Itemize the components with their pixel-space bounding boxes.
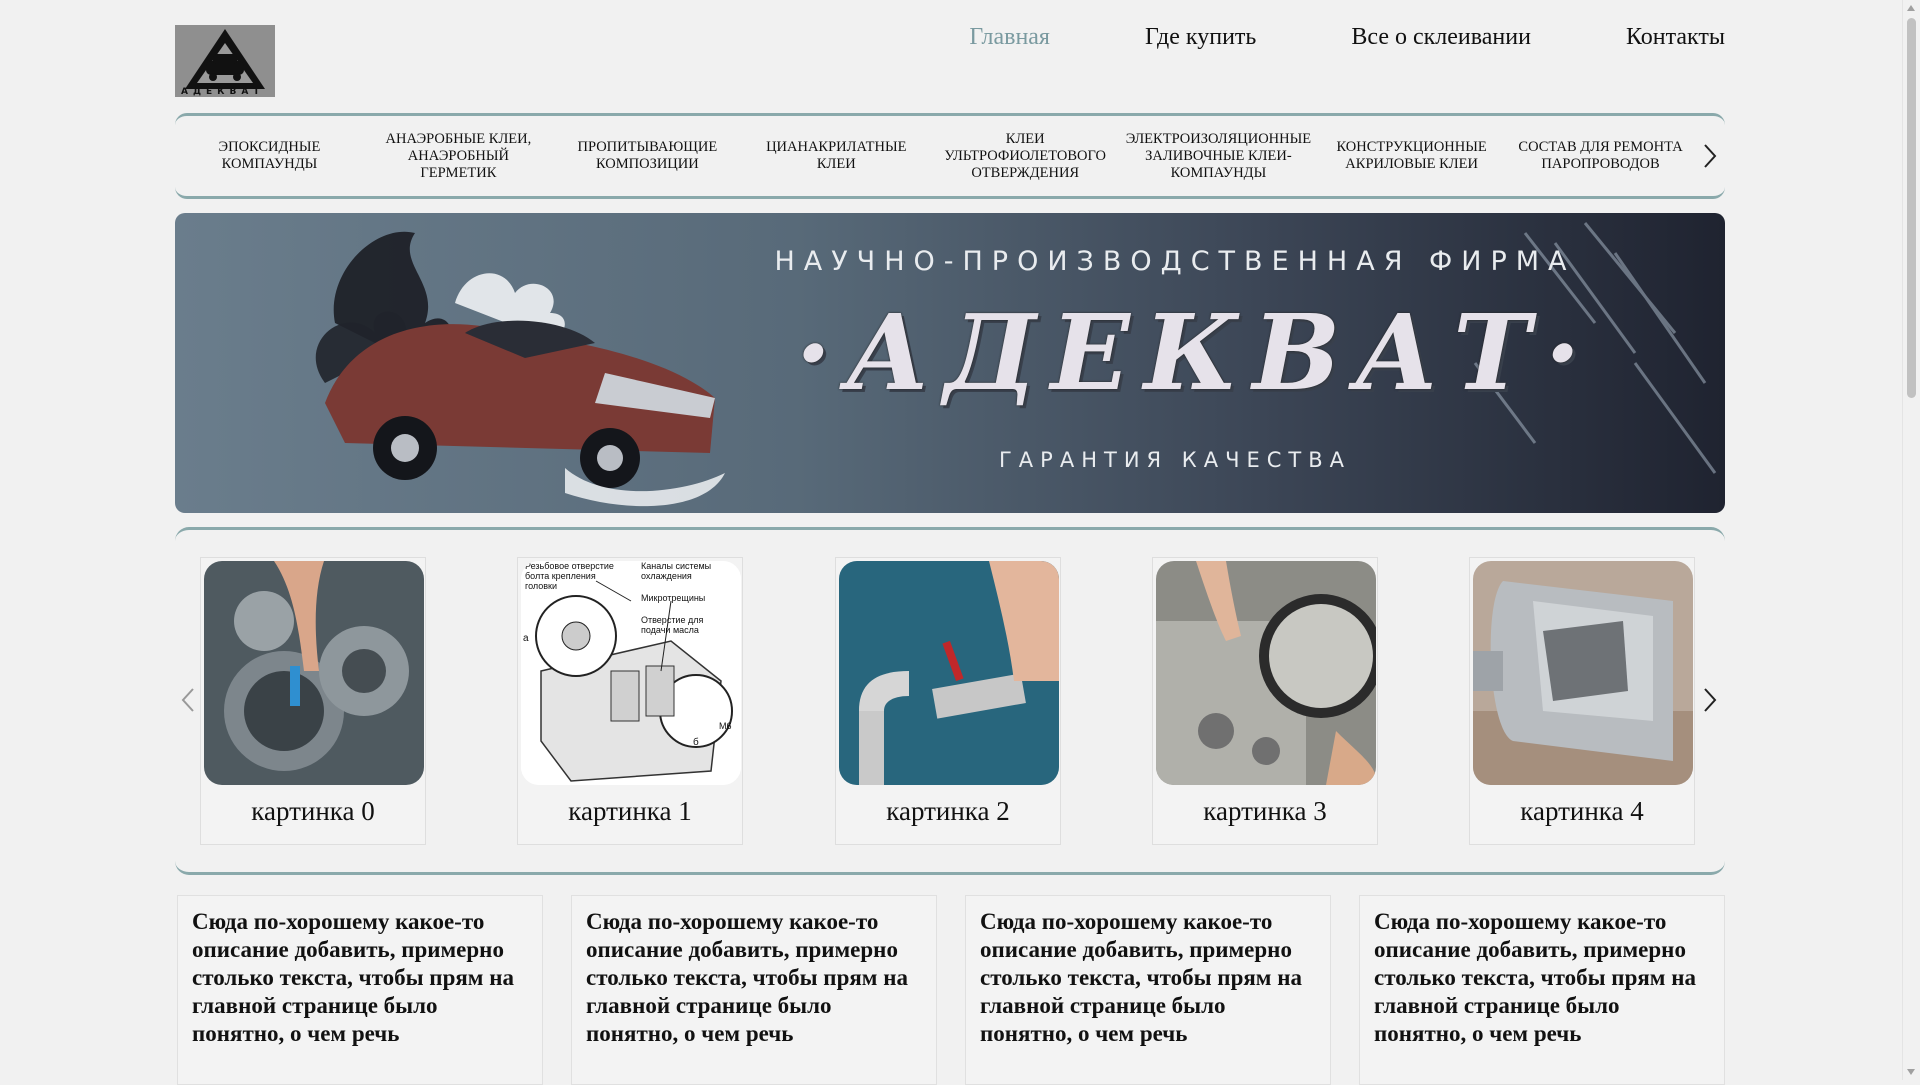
gallery-card[interactable]: Резьбовое отверстие болта крепления голо… [517,557,743,845]
gallery-next-button[interactable] [1697,680,1723,720]
gallery-card[interactable]: картинка 3 [1152,557,1378,845]
nav-where-to-buy[interactable]: Где купить [1145,24,1256,51]
category-label: СОСТАВ ДЛЯ РЕМОНТА ПАРОПРОВОДОВ [1518,139,1683,172]
nav-about-gluing[interactable]: Все о склеивании [1351,24,1531,51]
gallery-caption: картинка 4 [1520,796,1644,826]
chevron-left-icon [181,687,195,713]
chevron-right-icon [1703,687,1717,713]
gallery-card[interactable]: картинка 0 [200,557,426,845]
banner-tagline: ГАРАНТИЯ КАЧЕСТВА [999,448,1351,472]
gallery-caption: картинка 0 [251,796,375,826]
nav-home[interactable]: Главная [969,24,1050,51]
diagram-label: Микротрещины [641,593,706,603]
diagram-label: Резьбовое отверстие болта крепления голо… [525,561,614,591]
category-label: КОНСТРУКЦИОННЫЕ АКРИЛОВЫЕ КЛЕИ [1336,139,1487,172]
hero-banner: НАУЧНО-ПРОИЗВОДСТВЕННАЯ ФИРМА ·АДЕКВАТ· … [175,213,1725,513]
category-label: ЭЛЕКТРОИЗОЛЯЦИОННЫЕ ЗАЛИВОЧНЫЕ КЛЕИ-КОМП… [1125,130,1312,181]
description-block: Сюда по-хорошему какое-то описание добав… [571,895,937,1085]
scroll-up-icon[interactable] [1907,5,1915,11]
category-label: ЭПОКСИДНЫЕ КОМПАУНДЫ [218,139,321,172]
scrollbar-thumb[interactable] [1907,18,1916,398]
gallery-image-muffler [1473,561,1693,785]
category-label: ПРОПИТЫВАЮЩИЕ КОМПОЗИЦИИ [577,139,718,172]
category-item[interactable]: ЭПОКСИДНЫЕ КОМПАУНДЫ [175,116,364,196]
description-block: Сюда по-хорошему какое-то описание добав… [177,895,543,1085]
category-item[interactable]: ЭЛЕКТРОИЗОЛЯЦИОННЫЕ ЗАЛИВОЧНЫЕ КЛЕИ-КОМП… [1120,116,1317,196]
category-label: КЛЕИ УЛЬТРОФИОЛЕТОВОГО ОТВЕРЖДЕНИЯ [944,130,1107,181]
logo-text: АДЕКВАТ [181,87,265,97]
banner-title: ·АДЕКВАТ· [795,291,1595,414]
category-item[interactable]: КЛЕИ УЛЬТРОФИОЛЕТОВОГО ОТВЕРЖДЕНИЯ [931,116,1120,196]
scroll-down-icon[interactable] [1907,1069,1915,1075]
gallery-image-engine-diagram: Резьбовое отверстие болта крепления голо… [521,561,741,785]
description-block: Сюда по-хорошему какое-то описание добав… [1359,895,1725,1085]
diagram-label: а [523,633,529,644]
gallery-caption: картинка 3 [1203,796,1327,826]
gallery-card[interactable]: картинка 4 [1469,557,1695,845]
chevron-right-icon [1703,143,1717,169]
gallery-caption: картинка 2 [886,796,1010,826]
category-label: АНАЭРОБНЫЕ КЛЕИ, АНАЭРОБНЫЙ ГЕРМЕТИК [385,130,532,181]
gallery-card[interactable]: картинка 2 [835,557,1061,845]
category-label: ЦИАНАКРИЛАТНЫЕ КЛЕИ [766,139,907,172]
gallery-image-pipe [839,561,1059,785]
banner-subtitle: НАУЧНО-ПРОИЗВОДСТВЕННАЯ ФИРМА [774,246,1576,277]
diagram-label: М6 [719,721,732,731]
top-nav: Главная Где купить Все о склеивании Конт… [874,24,1725,51]
gallery-prev-button[interactable] [175,680,201,720]
category-item[interactable]: ПРОПИТЫВАЮЩИЕ КОМПОЗИЦИИ [553,116,742,196]
category-item[interactable]: ЦИАНАКРИЛАТНЫЕ КЛЕИ [742,116,931,196]
diagram-label: Отверстие для подачи масла [641,615,704,635]
category-item[interactable]: АНАЭРОБНЫЕ КЛЕИ, АНАЭРОБНЫЙ ГЕРМЕТИК [364,116,553,196]
logo[interactable]: АДЕКВАТ [175,25,275,97]
gallery-image-gears [204,561,424,785]
category-carousel: ЭПОКСИДНЫЕ КОМПАУНДЫ АНАЭРОБНЫЕ КЛЕИ, АН… [175,113,1725,199]
gallery-caption: картинка 1 [568,796,692,826]
diagram-label: Каналы системы охлаждения [641,561,712,581]
description-block: Сюда по-хорошему какое-то описание добав… [965,895,1331,1085]
diagram-label: б [693,737,699,748]
category-next-button[interactable] [1697,136,1723,176]
image-carousel: картинка 0 Резьбовое отверстие болта кре… [175,527,1725,875]
page-scrollbar[interactable] [1902,0,1920,1080]
category-item[interactable]: КОНСТРУКЦИОННЫЕ АКРИЛОВЫЕ КЛЕИ [1317,116,1506,196]
nav-contacts[interactable]: Контакты [1626,24,1725,51]
category-item[interactable]: СОСТАВ ДЛЯ РЕМОНТА ПАРОПРОВОДОВ [1506,116,1695,196]
gallery-image-engine-repair [1156,561,1376,785]
